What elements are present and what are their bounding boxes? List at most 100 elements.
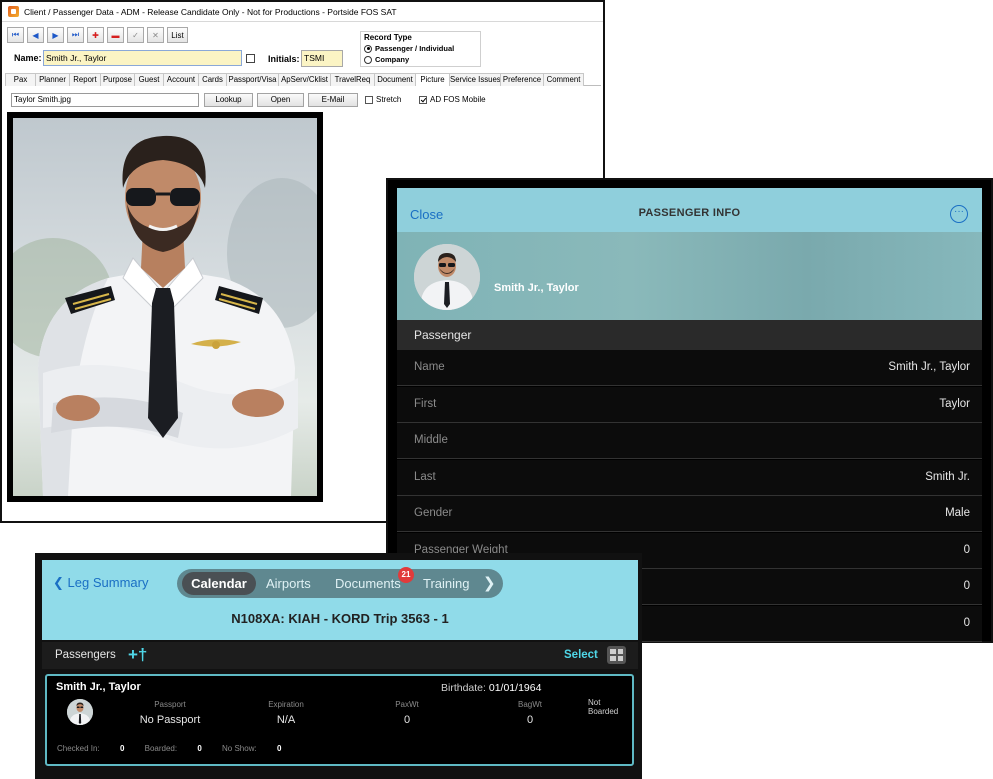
- name-input[interactable]: Smith Jr., Taylor: [43, 50, 242, 66]
- info-row-label: First: [414, 397, 437, 410]
- tab-purpose[interactable]: Purpose: [100, 73, 135, 86]
- chevron-right-icon[interactable]: ❯: [483, 574, 496, 592]
- passenger-info-title: PASSENGER INFO: [638, 207, 741, 219]
- tab-account[interactable]: Account: [163, 73, 199, 86]
- info-row: Gender Male: [397, 496, 982, 532]
- tab-planner[interactable]: Planner: [35, 73, 70, 86]
- more-options-icon[interactable]: ···: [950, 205, 968, 223]
- tab-service-issues[interactable]: Service Issues: [449, 73, 501, 86]
- picture-file-input[interactable]: Taylor Smith.jpg: [11, 93, 199, 107]
- info-row-label: Name: [414, 361, 445, 373]
- no-show-value: 0: [276, 744, 282, 753]
- passenger-info-name: Smith Jr., Taylor: [494, 282, 579, 294]
- bagwt-value: 0: [526, 714, 534, 726]
- lookup-button[interactable]: Lookup: [204, 93, 253, 107]
- add-passenger-icon[interactable]: +†: [128, 645, 147, 665]
- post-record-button[interactable]: ✓: [127, 27, 144, 43]
- boarded-label: Boarded:: [144, 744, 178, 753]
- add-record-button[interactable]: ✚: [87, 27, 104, 43]
- birthdate-value: 01/01/1964: [488, 682, 542, 694]
- avatar-portrait: [414, 244, 480, 310]
- radio-passenger[interactable]: [364, 44, 372, 53]
- name-checkbox[interactable]: [246, 54, 255, 63]
- tab-calendar[interactable]: Calendar: [182, 572, 256, 595]
- first-record-button[interactable]: ⏮: [7, 27, 24, 43]
- passenger-card[interactable]: Smith Jr., Taylor Birthdate: 01/01/1964 …: [45, 674, 634, 766]
- record-type-passenger[interactable]: Passenger / Individual: [364, 44, 477, 53]
- leg-summary-back-button[interactable]: ❮ Leg Summary: [53, 575, 148, 591]
- leg-summary-header: ❮ Leg Summary Calendar Airports Document…: [42, 560, 638, 640]
- passenger-photo: [13, 118, 317, 496]
- tab-training[interactable]: Training: [423, 576, 469, 591]
- passengers-bar: Passengers +† Select: [42, 642, 638, 669]
- passport-column: Passport No Passport: [122, 700, 218, 726]
- radio-company[interactable]: [364, 55, 372, 64]
- tab-pax[interactable]: Pax: [5, 73, 36, 86]
- tab-document[interactable]: Document: [374, 73, 416, 86]
- tab-apserv-cklist[interactable]: ApServ/Cklist: [278, 73, 331, 86]
- last-record-button[interactable]: ⏭: [67, 27, 84, 43]
- record-type-company-label: Company: [375, 55, 410, 64]
- stretch-checkbox[interactable]: [365, 96, 373, 104]
- ad-fos-mobile-checkbox[interactable]: [419, 96, 427, 104]
- expiration-value: N/A: [276, 714, 296, 726]
- select-button[interactable]: Select: [564, 649, 598, 661]
- info-row-label: Last: [414, 470, 436, 483]
- tab-travelreq[interactable]: TravelReq: [330, 73, 375, 86]
- boarding-status: Not Boarded: [588, 698, 619, 716]
- checked-in-label: Checked In:: [57, 744, 100, 753]
- passport-header: Passport: [154, 700, 186, 709]
- app-icon: [8, 6, 19, 17]
- leg-segment-control: Calendar Airports Documents 21 Training …: [177, 567, 503, 598]
- window-titlebar: Client / Passenger Data - ADM - Release …: [2, 2, 603, 22]
- leg-summary-back-label: Leg Summary: [67, 575, 149, 590]
- delete-record-button[interactable]: ▬: [107, 27, 124, 43]
- initials-input[interactable]: TSMI: [301, 50, 343, 67]
- tab-preference[interactable]: Preference: [500, 73, 544, 86]
- leg-summary-panel: ❮ Leg Summary Calendar Airports Document…: [35, 553, 642, 779]
- info-row-value: 0: [963, 616, 970, 629]
- tab-passport-visa[interactable]: Passport/Visa: [226, 73, 279, 86]
- next-icon: ▶: [52, 30, 59, 40]
- no-show-stat: No Show: 0: [222, 744, 281, 753]
- email-button[interactable]: E-Mail: [308, 93, 358, 107]
- paxwt-column: PaxWt 0: [377, 700, 437, 726]
- info-row-value: 0: [963, 543, 970, 556]
- expiration-header: Expiration: [268, 700, 304, 709]
- passengers-label: Passengers: [55, 649, 116, 661]
- plus-icon: ✚: [92, 30, 99, 40]
- ad-fos-mobile-label: AD FOS Mobile: [430, 95, 486, 104]
- open-button[interactable]: Open: [257, 93, 304, 107]
- cancel-record-button[interactable]: ✕: [147, 27, 164, 43]
- tab-comment[interactable]: Comment: [543, 73, 584, 86]
- first-icon: ⏮: [11, 30, 20, 39]
- info-row-value: Male: [945, 507, 970, 519]
- tab-documents[interactable]: Documents: [335, 576, 401, 591]
- info-row: Name Smith Jr., Taylor: [397, 350, 982, 386]
- tab-cards[interactable]: Cards: [198, 73, 227, 86]
- tab-report[interactable]: Report: [69, 73, 101, 86]
- grid-view-icon[interactable]: [607, 646, 626, 664]
- info-row-label: Middle: [414, 434, 448, 446]
- info-row: Last Smith Jr.: [397, 459, 982, 496]
- tab-picture[interactable]: Picture: [415, 73, 450, 86]
- paxwt-value: 0: [403, 714, 411, 726]
- card-avatar: [67, 699, 93, 725]
- close-icon: ✕: [152, 30, 159, 40]
- info-row: Middle: [397, 423, 982, 459]
- tab-guest[interactable]: Guest: [134, 73, 164, 86]
- stretch-label: Stretch: [376, 95, 402, 104]
- record-type-company[interactable]: Company: [364, 55, 477, 64]
- record-type-title: Record Type: [364, 33, 412, 42]
- info-row-value: Taylor: [939, 397, 970, 410]
- tab-airports[interactable]: Airports: [266, 576, 311, 591]
- prev-icon: ◀: [32, 30, 39, 40]
- birthdate-label: Birthdate:: [441, 682, 486, 694]
- check-icon: ✓: [132, 30, 139, 40]
- next-record-button[interactable]: ▶: [47, 27, 64, 43]
- list-button[interactable]: List: [167, 27, 188, 43]
- info-row-label: Gender: [414, 507, 453, 519]
- window-title: Client / Passenger Data - ADM - Release …: [24, 6, 397, 17]
- minus-icon: ▬: [111, 30, 120, 40]
- prev-record-button[interactable]: ◀: [27, 27, 44, 43]
